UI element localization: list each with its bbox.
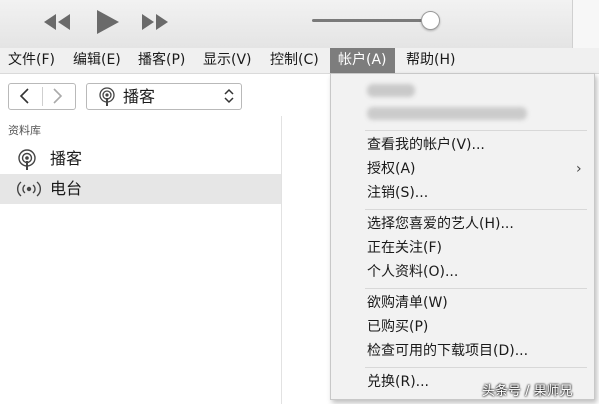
menu-podcast[interactable]: 播客(P) [130,48,193,73]
menu-divider [365,288,587,289]
menu-edit[interactable]: 编辑(E) [65,48,129,73]
volume-knob[interactable] [421,11,440,30]
submenu-arrow-icon: › [576,161,582,177]
menu-divider [365,209,587,210]
library-header: 资料库 [8,124,41,137]
menu-bar: 文件(F) 编辑(E) 播客(P) 显示(V) 控制(C) 帐户(A) 帮助(H… [0,48,599,74]
media-type-label: 播客 [123,87,156,106]
forward-arrow-icon[interactable] [51,88,63,104]
sidebar-item-label: 电台 [50,179,83,198]
watermark: 头条号 / 果师兄 [482,384,573,399]
play-icon[interactable] [94,8,122,36]
account-dropdown-menu: 查看我的帐户(V)... 授权(A) › 注销(S)... 选择您喜爱的艺人(H… [330,73,595,400]
back-arrow-icon[interactable] [19,88,31,104]
menu-item-view-account[interactable]: 查看我的帐户(V)... [367,134,485,156]
menu-item-purchased[interactable]: 已购买(P) [367,316,428,338]
status-panel [572,0,599,48]
menu-item-following[interactable]: 正在关注(F) [367,237,442,259]
sidebar-item-radio[interactable]: 电台 [0,174,281,204]
menu-item-check-downloads[interactable]: 检查可用的下载项目(D)... [367,340,528,362]
menu-item-choose-artists[interactable]: 选择您喜爱的艺人(H)... [367,213,514,235]
menu-divider [365,367,587,368]
podcast-icon [18,149,36,170]
nav-buttons [8,83,76,110]
menu-item-wishlist[interactable]: 欲购清单(W) [367,292,448,314]
menu-item-authorize[interactable]: 授权(A) [367,158,416,180]
menu-item-sign-out[interactable]: 注销(S)... [367,182,428,204]
sidebar-item-label: 播客 [50,149,83,168]
sidebar-item-podcasts[interactable]: 播客 [0,144,281,174]
volume-slider[interactable] [312,19,432,22]
menu-view[interactable]: 显示(V) [195,48,260,73]
fast-forward-icon[interactable] [140,13,170,31]
menu-divider [365,130,587,131]
menu-item-profile[interactable]: 个人资料(O)... [367,261,458,283]
menu-controls[interactable]: 控制(C) [262,48,327,73]
updown-chevron-icon [224,88,234,104]
menu-file[interactable]: 文件(F) [0,48,63,73]
nav-divider [42,87,43,106]
podcast-icon [99,87,115,106]
media-type-selector[interactable]: 播客 [86,83,242,110]
player-bar [0,0,599,48]
menu-account[interactable]: 帐户(A) [330,48,395,73]
blurred-account-name [367,84,415,97]
blurred-account-email [367,107,527,120]
sidebar: 资料库 播客 电台 [0,116,282,404]
rewind-icon[interactable] [42,13,72,31]
menu-item-redeem[interactable]: 兑换(R)... [367,371,429,393]
menu-help[interactable]: 帮助(H) [398,48,463,73]
radio-icon [17,181,41,197]
